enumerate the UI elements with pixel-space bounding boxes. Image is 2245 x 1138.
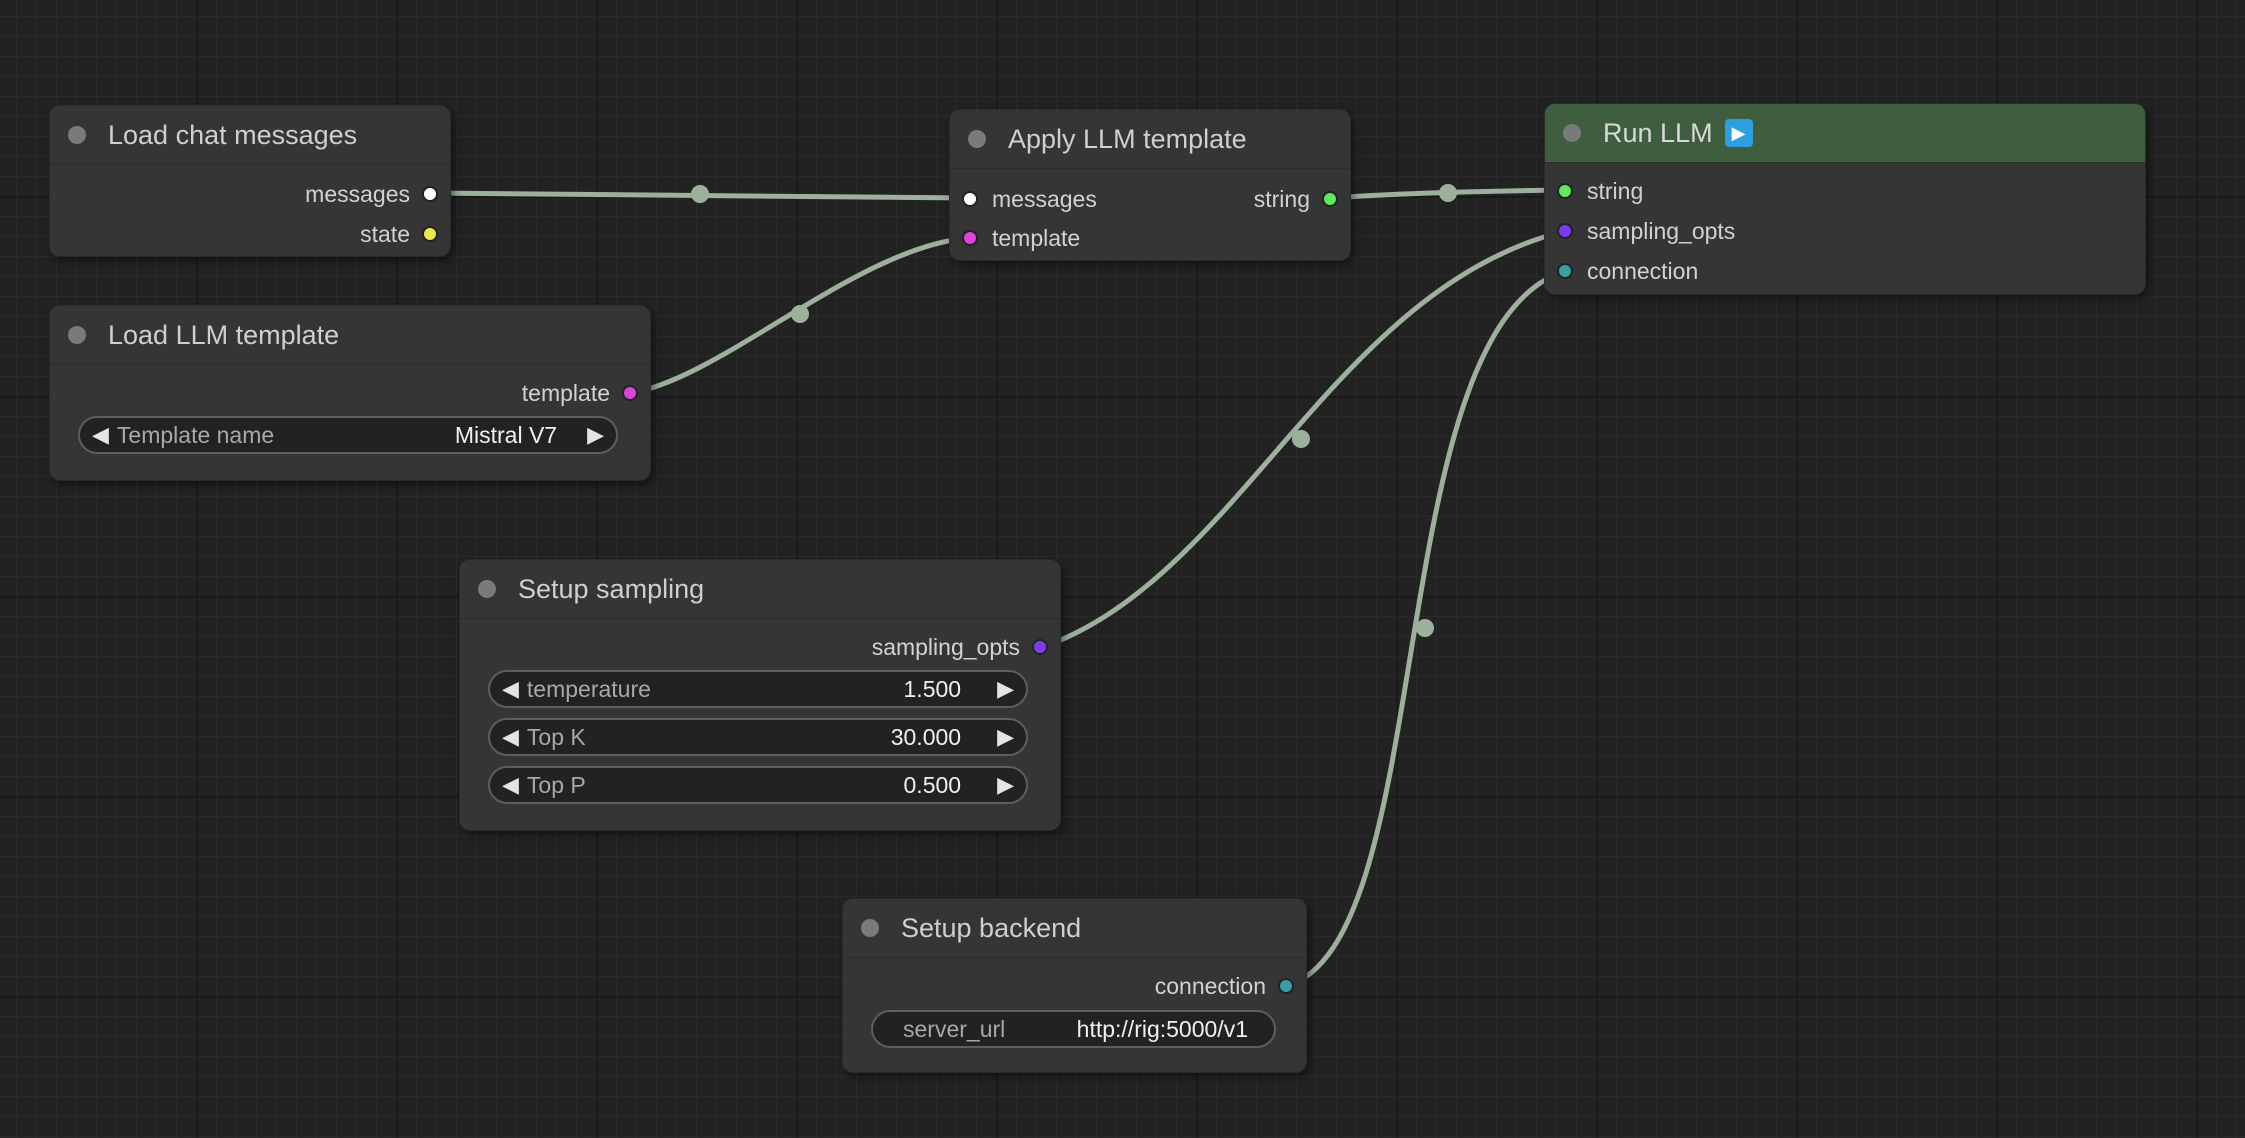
- collapse-toggle-icon[interactable]: [68, 126, 86, 144]
- link-midpoint-template[interactable]: [791, 305, 809, 323]
- widget-value: 1.500: [903, 675, 962, 702]
- node-title[interactable]: Load chat messages: [50, 106, 450, 165]
- collapse-toggle-icon[interactable]: [68, 326, 86, 344]
- slot-label: template: [992, 224, 1081, 251]
- collapse-toggle-icon[interactable]: [478, 580, 496, 598]
- output-slot-messages[interactable]: messages: [305, 179, 438, 209]
- widget-label: Top P: [526, 771, 586, 798]
- link-midpoint-connection[interactable]: [1416, 619, 1434, 637]
- slot-label: connection: [1154, 972, 1266, 999]
- node-setup-backend[interactable]: Setup backend connection server_url http…: [843, 899, 1306, 1072]
- node-apply-llm-template[interactable]: Apply LLM template messages template str…: [950, 110, 1350, 260]
- decrement-arrow-icon[interactable]: ◀: [502, 724, 519, 750]
- widget-value: http://rig:5000/v1: [1076, 1015, 1248, 1042]
- node-title[interactable]: Setup backend: [843, 899, 1306, 958]
- node-title-label: Load chat messages: [108, 119, 358, 150]
- collapse-toggle-icon[interactable]: [861, 919, 879, 937]
- port-template-icon[interactable]: [962, 230, 978, 246]
- collapse-toggle-icon[interactable]: [1563, 124, 1581, 142]
- input-slot-connection[interactable]: connection: [1557, 256, 1698, 286]
- node-title[interactable]: Apply LLM template: [950, 110, 1350, 169]
- decrement-arrow-icon[interactable]: ◀: [502, 772, 519, 798]
- link-midpoint-messages[interactable]: [691, 185, 709, 203]
- port-template-icon[interactable]: [622, 385, 638, 401]
- node-setup-sampling[interactable]: Setup sampling sampling_opts ◀ temperatu…: [460, 560, 1060, 830]
- node-load-llm-template[interactable]: Load LLM template template ◀ Template na…: [50, 306, 650, 480]
- node-title-label: Load LLM template: [108, 319, 340, 350]
- top-k-slider[interactable]: ◀ Top K 30.000 ▶: [488, 718, 1028, 756]
- widget-value: 30.000: [890, 723, 962, 750]
- slot-label: sampling_opts: [871, 633, 1020, 660]
- increment-arrow-icon[interactable]: ▶: [587, 422, 604, 448]
- node-load-chat-messages[interactable]: Load chat messages messages state: [50, 106, 450, 256]
- widget-label: Top K: [526, 723, 586, 750]
- collapse-toggle-icon[interactable]: [968, 130, 986, 148]
- temperature-slider[interactable]: ◀ temperature 1.500 ▶: [488, 670, 1028, 708]
- output-slot-sampling-opts[interactable]: sampling_opts: [872, 632, 1048, 662]
- widget-label: temperature: [526, 675, 651, 702]
- increment-arrow-icon[interactable]: ▶: [997, 676, 1014, 702]
- port-sampling-opts-icon[interactable]: [1032, 639, 1048, 655]
- input-slot-template[interactable]: template: [962, 223, 1080, 253]
- port-sampling-opts-icon[interactable]: [1557, 223, 1573, 239]
- slot-label: state: [360, 220, 410, 247]
- increment-arrow-icon[interactable]: ▶: [997, 724, 1014, 750]
- widget-label: server_url: [903, 1015, 1006, 1042]
- widget-label: Template name: [116, 421, 275, 448]
- port-state-icon[interactable]: [422, 226, 438, 242]
- node-title-label: Apply LLM template: [1008, 123, 1247, 154]
- slot-label: template: [521, 379, 610, 406]
- port-messages-icon[interactable]: [422, 186, 438, 202]
- slot-label: string: [1587, 177, 1644, 204]
- input-slot-messages[interactable]: messages: [962, 184, 1097, 214]
- output-slot-state[interactable]: state: [360, 219, 438, 249]
- node-title-label: Setup sampling: [518, 573, 705, 604]
- output-slot-template[interactable]: template: [522, 378, 638, 408]
- widget-value: 0.500: [903, 771, 962, 798]
- slot-label: string: [1253, 185, 1310, 212]
- node-title-label: Run LLM: [1603, 117, 1713, 148]
- slot-label: connection: [1587, 257, 1699, 284]
- slot-label: messages: [992, 185, 1097, 212]
- port-string-icon[interactable]: [1322, 191, 1338, 207]
- top-p-slider[interactable]: ◀ Top P 0.500 ▶: [488, 766, 1028, 804]
- link-midpoint-sampling-opts[interactable]: [1292, 430, 1310, 448]
- link-midpoint-string[interactable]: [1439, 184, 1457, 202]
- server-url-field[interactable]: server_url http://rig:5000/v1: [871, 1010, 1276, 1048]
- node-title[interactable]: Setup sampling: [460, 560, 1060, 619]
- node-run-llm[interactable]: Run LLM ▶ string sampling_opts connectio…: [1545, 104, 2145, 294]
- node-title-label: Setup backend: [901, 912, 1082, 943]
- template-name-combo[interactable]: ◀ Template name Mistral V7 ▶: [78, 416, 618, 454]
- node-title[interactable]: Run LLM ▶: [1545, 104, 2145, 163]
- slot-label: messages: [305, 180, 410, 207]
- slot-label: sampling_opts: [1587, 217, 1736, 244]
- increment-arrow-icon[interactable]: ▶: [997, 772, 1014, 798]
- port-string-icon[interactable]: [1557, 183, 1573, 199]
- decrement-arrow-icon[interactable]: ◀: [92, 422, 109, 448]
- widget-value: Mistral V7: [454, 421, 558, 448]
- input-slot-string[interactable]: string: [1557, 176, 1643, 206]
- decrement-arrow-icon[interactable]: ◀: [502, 676, 519, 702]
- output-slot-string[interactable]: string: [1254, 184, 1338, 214]
- input-slot-sampling-opts[interactable]: sampling_opts: [1557, 216, 1735, 246]
- play-icon[interactable]: ▶: [1724, 119, 1753, 147]
- node-title[interactable]: Load LLM template: [50, 306, 650, 365]
- port-messages-icon[interactable]: [962, 191, 978, 207]
- port-connection-icon[interactable]: [1278, 978, 1294, 994]
- port-connection-icon[interactable]: [1557, 263, 1573, 279]
- output-slot-connection[interactable]: connection: [1155, 971, 1294, 1001]
